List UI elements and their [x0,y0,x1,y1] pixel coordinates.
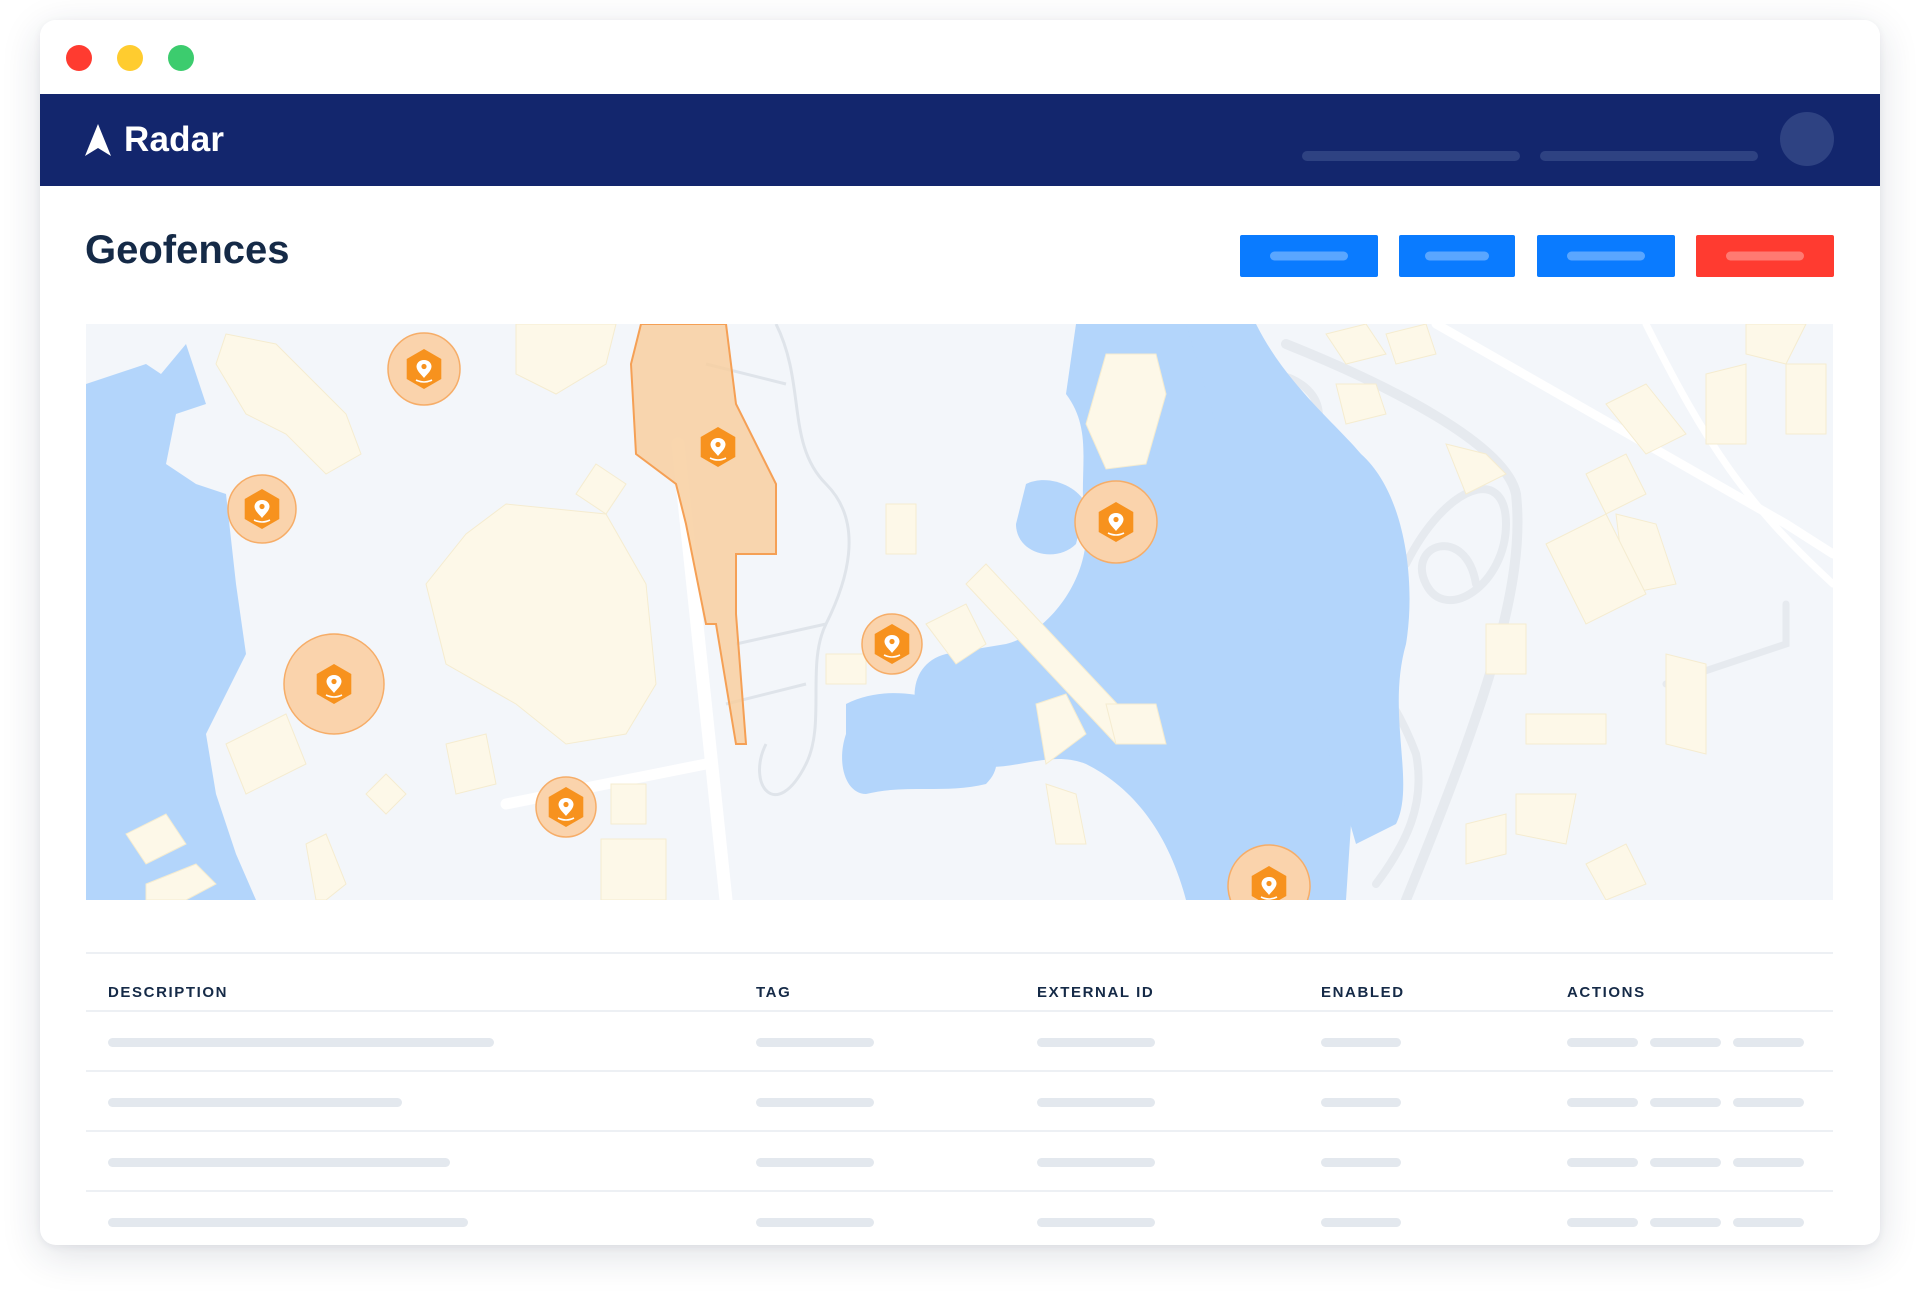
external-id-placeholder [1037,1158,1155,1167]
radar-arrow-icon [85,124,111,156]
minimize-window-button[interactable] [117,45,143,71]
description-placeholder [108,1158,450,1167]
map-canvas[interactable] [86,324,1833,900]
table-row[interactable] [86,1012,1833,1072]
toolbar-action-button-1[interactable] [1240,235,1378,277]
top-navbar: Radar [40,94,1880,186]
user-avatar[interactable] [1780,112,1834,166]
row-action-button[interactable] [1567,1218,1638,1227]
page-title: Geofences [85,228,290,272]
geofence-marker[interactable] [1074,480,1158,564]
column-header-actions[interactable]: ACTIONS [1567,984,1646,1001]
external-id-placeholder [1037,1038,1155,1047]
close-window-button[interactable] [66,45,92,71]
delete-button[interactable] [1696,235,1834,277]
enabled-placeholder [1321,1218,1401,1227]
tag-placeholder [756,1098,874,1107]
enabled-placeholder [1321,1038,1401,1047]
tag-placeholder [756,1038,874,1047]
window-titlebar [40,20,1880,94]
row-action-button[interactable] [1567,1098,1638,1107]
geofence-marker[interactable] [861,613,923,675]
tag-placeholder [756,1218,874,1227]
external-id-placeholder [1037,1098,1155,1107]
column-header-tag[interactable]: TAG [756,984,791,1001]
column-header-description[interactable]: DESCRIPTION [108,984,228,1001]
nav-link-placeholder[interactable] [1540,151,1758,161]
row-action-button[interactable] [1733,1038,1804,1047]
radar-logo[interactable]: Radar [84,120,224,160]
column-header-external-id[interactable]: EXTERNAL ID [1037,984,1154,1001]
enabled-placeholder [1321,1158,1401,1167]
row-action-button[interactable] [1650,1158,1721,1167]
row-action-button[interactable] [1650,1038,1721,1047]
nav-link-placeholder[interactable] [1302,151,1520,161]
table-row[interactable] [86,1192,1833,1245]
row-action-button[interactable] [1733,1158,1804,1167]
toolbar-action-button-3[interactable] [1537,235,1675,277]
geofence-marker[interactable] [387,332,461,406]
row-action-button[interactable] [1567,1038,1638,1047]
row-action-button[interactable] [1733,1218,1804,1227]
enabled-placeholder [1321,1098,1401,1107]
row-action-button[interactable] [1567,1158,1638,1167]
geofence-marker[interactable] [283,633,385,735]
row-action-button[interactable] [1733,1098,1804,1107]
geofence-map[interactable] [86,324,1833,900]
table-divider [86,952,1833,954]
geofence-marker[interactable] [227,474,297,544]
tag-placeholder [756,1158,874,1167]
description-placeholder [108,1218,468,1227]
column-header-enabled[interactable]: ENABLED [1321,984,1405,1001]
external-id-placeholder [1037,1218,1155,1227]
brand-name: Radar [124,120,225,159]
table-row[interactable] [86,1132,1833,1192]
maximize-window-button[interactable] [168,45,194,71]
map-buildings [125,324,1827,900]
description-placeholder [108,1038,494,1047]
app-window: Radar Geofences DESCRIPTION TAG EXTERNAL… [40,20,1880,1245]
table-row[interactable] [86,1072,1833,1132]
row-action-button[interactable] [1650,1218,1721,1227]
toolbar-action-button-2[interactable] [1399,235,1515,277]
description-placeholder [108,1098,402,1107]
row-action-button[interactable] [1650,1098,1721,1107]
geofence-marker[interactable] [535,776,597,838]
